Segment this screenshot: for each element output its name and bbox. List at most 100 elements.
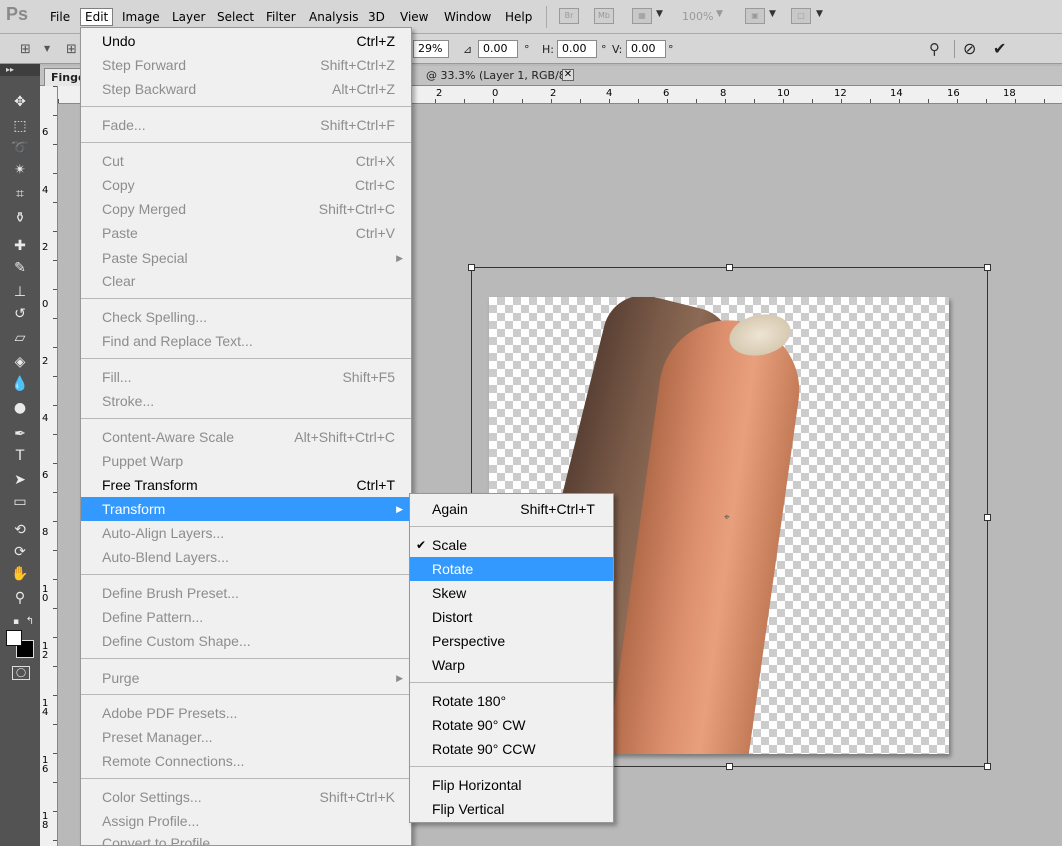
chevron-down-icon[interactable]: ▼: [769, 9, 776, 19]
menu-item-remote-connections[interactable]: Remote Connections...: [81, 749, 411, 773]
menu-edit[interactable]: Edit: [80, 8, 114, 26]
menu-item-check-spelling[interactable]: Check Spelling...: [81, 305, 411, 329]
menu-filter[interactable]: Filter: [262, 8, 300, 26]
crop-tool-icon[interactable]: ⌗: [10, 184, 30, 204]
v-skew-field[interactable]: 0.00: [626, 40, 666, 58]
transform-handle-top[interactable]: [726, 264, 733, 271]
submenu-item-scale[interactable]: ✔ Scale: [410, 533, 613, 557]
h-skew-field[interactable]: 0.00: [557, 40, 597, 58]
transform-handle-bottom[interactable]: [726, 763, 733, 770]
menu-item-stroke[interactable]: Stroke...: [81, 389, 411, 413]
clone-stamp-tool-icon[interactable]: ⊥: [10, 282, 30, 302]
transform-handle-top-right[interactable]: [984, 264, 991, 271]
menu-image[interactable]: Image: [118, 8, 164, 26]
hand-tool-icon[interactable]: ✋: [10, 564, 30, 584]
submenu-item-rotate-90-cw[interactable]: Rotate 90° CW: [410, 713, 613, 737]
submenu-item-distort[interactable]: Distort: [410, 605, 613, 629]
menu-item-paste-special[interactable]: Paste Special ▶: [81, 246, 411, 270]
menu-item-free-transform[interactable]: Free Transform Ctrl+T: [81, 473, 411, 497]
menu-item-find-replace-text[interactable]: Find and Replace Text...: [81, 329, 411, 353]
zoom-tool-icon[interactable]: ⚲: [10, 588, 30, 608]
cancel-transform-icon[interactable]: ⊘: [963, 39, 976, 58]
arrange-documents-icon[interactable]: ▣: [745, 8, 765, 24]
menu-item-auto-align-layers[interactable]: Auto-Align Layers...: [81, 521, 411, 545]
menu-item-undo[interactable]: Undo Ctrl+Z: [81, 29, 411, 53]
menu-item-content-aware-scale[interactable]: Content-Aware Scale Alt+Shift+Ctrl+C: [81, 425, 411, 449]
submenu-item-perspective[interactable]: Perspective: [410, 629, 613, 653]
menu-item-auto-blend-layers[interactable]: Auto-Blend Layers...: [81, 545, 411, 569]
menu-select[interactable]: Select: [213, 8, 258, 26]
menu-item-step-forward[interactable]: Step Forward Shift+Ctrl+Z: [81, 53, 411, 77]
submenu-item-again[interactable]: Again Shift+Ctrl+T: [410, 497, 613, 521]
transform-handle-right[interactable]: [984, 514, 991, 521]
blur-tool-icon[interactable]: 💧: [10, 374, 30, 394]
menu-layer[interactable]: Layer: [168, 8, 209, 26]
close-icon[interactable]: ✕: [562, 69, 574, 81]
dodge-tool-icon[interactable]: ●: [10, 398, 30, 418]
menu-item-fill[interactable]: Fill... Shift+F5: [81, 365, 411, 389]
menu-item-clear[interactable]: Clear: [81, 269, 411, 293]
chevron-down-icon[interactable]: ▼: [656, 9, 663, 19]
menu-item-copy-merged[interactable]: Copy Merged Shift+Ctrl+C: [81, 197, 411, 221]
menu-3d[interactable]: 3D: [364, 8, 389, 26]
submenu-item-rotate-180[interactable]: Rotate 180°: [410, 689, 613, 713]
swap-colors-icon[interactable]: ↰: [20, 612, 40, 632]
bridge-icon[interactable]: Br: [559, 8, 579, 24]
menu-item-convert-to-profile[interactable]: Convert to Profile...: [81, 831, 411, 845]
menu-item-define-custom-shape[interactable]: Define Custom Shape...: [81, 629, 411, 653]
menu-item-purge[interactable]: Purge ▶: [81, 666, 411, 690]
grid-icon[interactable]: ⊞: [66, 42, 77, 57]
brush-tool-icon[interactable]: ✎: [10, 258, 30, 278]
menu-item-define-brush-preset[interactable]: Define Brush Preset...: [81, 581, 411, 605]
transform-handle-bottom-right[interactable]: [984, 763, 991, 770]
menu-window[interactable]: Window: [440, 8, 495, 26]
menu-file[interactable]: File: [46, 8, 74, 26]
submenu-item-skew[interactable]: Skew: [410, 581, 613, 605]
marquee-tool-icon[interactable]: ⬚: [10, 116, 30, 136]
move-tool-icon[interactable]: ✥: [10, 92, 30, 112]
chevron-down-icon[interactable]: ▼: [44, 44, 50, 53]
menu-item-fade[interactable]: Fade... Shift+Ctrl+F: [81, 113, 411, 137]
paint-bucket-tool-icon[interactable]: ◈: [10, 352, 30, 372]
pen-tool-icon[interactable]: ✒: [10, 424, 30, 444]
3d-orbit-tool-icon[interactable]: ⟳: [10, 542, 30, 562]
width-percent-field[interactable]: 29%: [413, 40, 449, 58]
chevron-down-icon[interactable]: ▼: [816, 9, 823, 19]
extras-icon[interactable]: ▦: [632, 8, 652, 24]
history-brush-tool-icon[interactable]: ↺: [10, 304, 30, 324]
3d-rotate-tool-icon[interactable]: ⟲: [10, 520, 30, 540]
eyedropper-tool-icon[interactable]: ⚱: [10, 208, 30, 228]
healing-brush-tool-icon[interactable]: ✚: [10, 236, 30, 256]
document-tab-title[interactable]: @ 33.3% (Layer 1, RGB/8): [426, 69, 570, 82]
foreground-color-swatch[interactable]: [6, 630, 22, 646]
path-selection-tool-icon[interactable]: ➤: [10, 470, 30, 490]
quick-mask-icon[interactable]: ◯: [12, 666, 30, 680]
menu-item-color-settings[interactable]: Color Settings... Shift+Ctrl+K: [81, 785, 411, 809]
submenu-item-rotate[interactable]: Rotate: [410, 557, 613, 581]
lasso-tool-icon[interactable]: ➰: [10, 138, 30, 158]
eraser-tool-icon[interactable]: ▱: [10, 328, 30, 348]
menu-item-assign-profile[interactable]: Assign Profile...: [81, 809, 411, 833]
tools-panel-header[interactable]: ▸▸: [0, 64, 40, 76]
menu-item-preset-manager[interactable]: Preset Manager...: [81, 725, 411, 749]
shape-tool-icon[interactable]: ▭: [10, 492, 30, 512]
commit-transform-icon[interactable]: ✔: [993, 39, 1006, 58]
menu-view[interactable]: View: [396, 8, 432, 26]
menu-item-step-backward[interactable]: Step Backward Alt+Ctrl+Z: [81, 77, 411, 101]
reference-point-icon[interactable]: ⊞: [20, 42, 31, 57]
type-tool-icon[interactable]: T: [10, 446, 30, 466]
submenu-item-flip-vertical[interactable]: Flip Vertical: [410, 797, 613, 821]
zoom-level[interactable]: 100%: [678, 8, 717, 26]
menu-item-cut[interactable]: Cut Ctrl+X: [81, 149, 411, 173]
transform-handle-top-left[interactable]: [468, 264, 475, 271]
submenu-item-flip-horizontal[interactable]: Flip Horizontal: [410, 773, 613, 797]
mini-bridge-icon[interactable]: Mb: [594, 8, 614, 24]
menu-item-puppet-warp[interactable]: Puppet Warp: [81, 449, 411, 473]
menu-item-adobe-pdf-presets[interactable]: Adobe PDF Presets...: [81, 701, 411, 725]
menu-analysis[interactable]: Analysis: [305, 8, 362, 26]
angle-field[interactable]: 0.00: [478, 40, 518, 58]
screen-mode-icon[interactable]: ▢: [791, 8, 811, 24]
menu-item-define-pattern[interactable]: Define Pattern...: [81, 605, 411, 629]
menu-item-copy[interactable]: Copy Ctrl+C: [81, 173, 411, 197]
menu-item-paste[interactable]: Paste Ctrl+V: [81, 221, 411, 245]
